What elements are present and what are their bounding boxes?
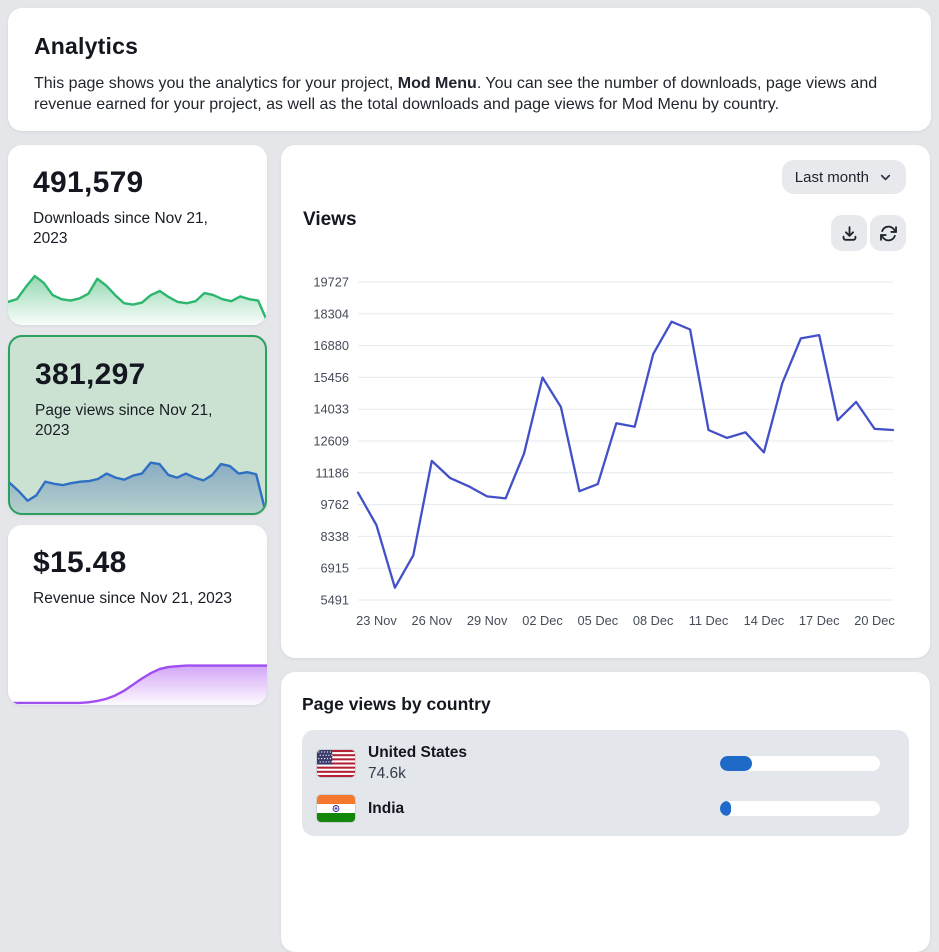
page-views-count: 381,297 bbox=[35, 358, 146, 392]
revenue-sparkline bbox=[8, 637, 267, 705]
svg-text:19727: 19727 bbox=[313, 275, 349, 290]
downloads-count: 491,579 bbox=[33, 166, 144, 200]
stat-card-revenue[interactable]: $15.48 Revenue since Nov 21, 2023 bbox=[8, 525, 267, 705]
description-text: This page shows you the analytics for yo… bbox=[34, 75, 398, 92]
svg-text:11 Dec: 11 Dec bbox=[689, 613, 729, 628]
country-panel-title: Page views by country bbox=[302, 694, 909, 715]
date-range-value: Last month bbox=[795, 169, 869, 186]
country-row: India bbox=[316, 789, 895, 828]
downloads-label: Downloads since Nov 21, 2023 bbox=[33, 209, 240, 248]
revenue-label: Revenue since Nov 21, 2023 bbox=[33, 589, 240, 609]
country-name: United States bbox=[368, 744, 467, 762]
svg-text:12609: 12609 bbox=[313, 434, 349, 449]
download-chart-button[interactable] bbox=[831, 215, 867, 251]
chart-title: Views bbox=[303, 209, 357, 231]
us-flag-icon bbox=[317, 750, 355, 777]
country-row: United States 74.6k bbox=[316, 738, 895, 789]
page-title: Analytics bbox=[34, 33, 905, 60]
svg-text:5491: 5491 bbox=[321, 593, 349, 608]
svg-text:15456: 15456 bbox=[313, 370, 349, 385]
stat-card-downloads[interactable]: 491,579 Downloads since Nov 21, 2023 bbox=[8, 145, 267, 325]
country-stats-card: Page views by country United States 74.6k… bbox=[281, 672, 930, 952]
page-views-sparkline bbox=[10, 445, 265, 513]
page-description: This page shows you the analytics for yo… bbox=[34, 73, 905, 115]
svg-text:14033: 14033 bbox=[313, 402, 349, 417]
country-progress-fill bbox=[720, 756, 752, 771]
svg-text:23 Nov: 23 Nov bbox=[356, 613, 397, 628]
svg-text:6915: 6915 bbox=[321, 561, 349, 576]
svg-text:29 Nov: 29 Nov bbox=[467, 613, 508, 628]
svg-text:8338: 8338 bbox=[321, 529, 349, 544]
chevron-down-icon bbox=[878, 170, 893, 185]
country-page-views-value: 74.6k bbox=[368, 765, 467, 783]
svg-text:9762: 9762 bbox=[321, 497, 349, 512]
svg-text:11186: 11186 bbox=[315, 465, 349, 480]
country-progress-fill bbox=[720, 801, 731, 816]
page-views-label: Page views since Nov 21, 2023 bbox=[35, 401, 242, 440]
svg-text:02 Dec: 02 Dec bbox=[522, 613, 563, 628]
svg-text:08 Dec: 08 Dec bbox=[633, 613, 674, 628]
country-progress-bar bbox=[720, 801, 880, 816]
svg-text:18304: 18304 bbox=[313, 306, 349, 321]
views-line-chart: 19727 18304 16880 15456 14033 12609 11186 9762 8… bbox=[291, 273, 916, 641]
refresh-chart-button[interactable] bbox=[870, 215, 906, 251]
date-range-select[interactable]: Last month bbox=[782, 160, 906, 194]
stat-card-page-views[interactable]: 381,297 Page views since Nov 21, 2023 bbox=[8, 335, 267, 515]
refresh-icon bbox=[879, 224, 898, 243]
svg-text:05 Dec: 05 Dec bbox=[578, 613, 619, 628]
svg-text:20 Dec: 20 Dec bbox=[854, 613, 895, 628]
country-progress-bar bbox=[720, 756, 880, 771]
svg-text:16880: 16880 bbox=[313, 338, 349, 353]
svg-text:26 Nov: 26 Nov bbox=[412, 613, 453, 628]
views-chart-card: Last month Views 19727 18304 16880 15456 140… bbox=[281, 145, 930, 658]
header-card: Analytics This page shows you the analyt… bbox=[8, 8, 931, 131]
downloads-sparkline bbox=[8, 257, 267, 325]
download-icon bbox=[840, 224, 859, 243]
svg-text:17 Dec: 17 Dec bbox=[799, 613, 840, 628]
revenue-amount: $15.48 bbox=[33, 546, 127, 580]
in-flag-icon bbox=[317, 795, 355, 822]
project-name: Mod Menu bbox=[398, 75, 477, 92]
svg-text:14 Dec: 14 Dec bbox=[744, 613, 785, 628]
country-list: United States 74.6k India bbox=[302, 730, 909, 836]
